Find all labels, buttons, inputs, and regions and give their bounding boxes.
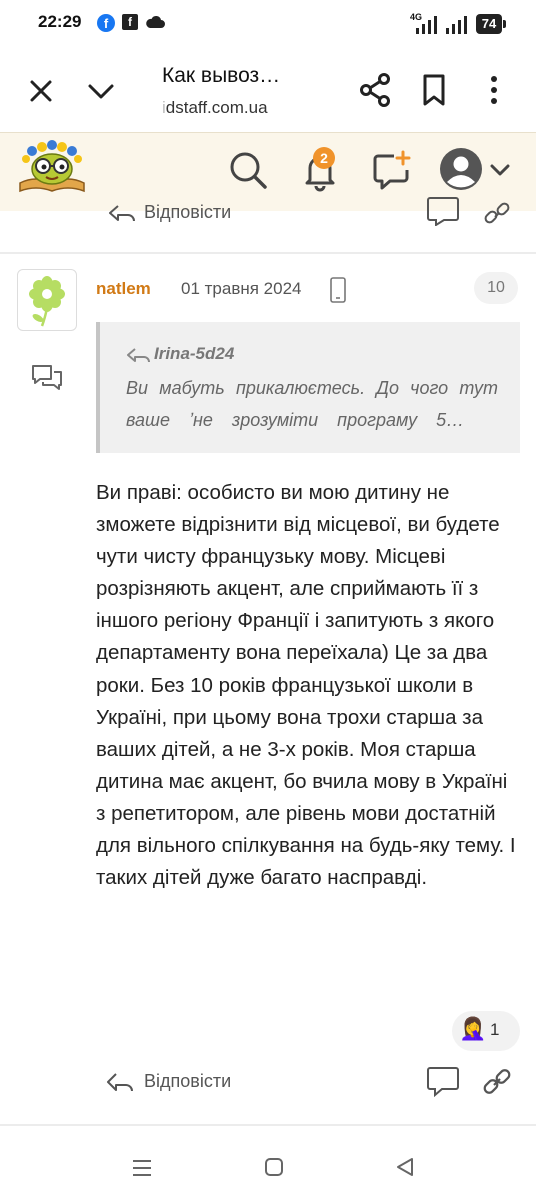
quote-author[interactable]: Irina-5d24 xyxy=(154,344,234,364)
reply-label[interactable]: Відповісти xyxy=(144,1071,231,1092)
share-icon[interactable] xyxy=(358,72,392,108)
prev-reply-label[interactable]: Відповісти xyxy=(144,202,231,223)
mobile-icon xyxy=(330,277,346,303)
notification-badge[interactable]: 2 xyxy=(313,147,335,169)
post-body: Ви праві: особисто ви мою дитину не змож… xyxy=(96,481,516,890)
quote-reply-icon xyxy=(127,348,150,363)
conversation-icon[interactable] xyxy=(30,363,64,391)
new-message-icon[interactable] xyxy=(370,148,414,192)
post-date[interactable]: 01 травня 2024 xyxy=(181,279,302,299)
post-divider xyxy=(0,1124,536,1126)
previous-post-footer: Відповісти xyxy=(0,196,536,230)
facebook-square-icon: f xyxy=(122,14,138,30)
browser-toolbar xyxy=(0,48,536,132)
close-icon[interactable] xyxy=(26,76,56,106)
comment-icon[interactable] xyxy=(426,196,460,226)
tab-url[interactable]: idstaff.com.ua xyxy=(162,98,268,118)
post-author-avatar[interactable] xyxy=(17,269,77,331)
facepalm-emoji-icon: 🤦‍♀️ xyxy=(459,1016,487,1041)
recents-icon[interactable] xyxy=(130,1156,154,1180)
home-icon[interactable] xyxy=(264,1157,284,1177)
post-divider xyxy=(0,252,536,254)
post-username[interactable]: natlem xyxy=(96,279,151,299)
tab-title[interactable]: Как вывоз… xyxy=(162,64,280,88)
search-icon[interactable] xyxy=(226,148,270,192)
site-logo[interactable] xyxy=(16,139,88,195)
battery-icon: 74 xyxy=(476,14,506,34)
post-number-badge[interactable]: 10 xyxy=(474,272,518,304)
link-icon[interactable] xyxy=(482,200,512,226)
url-text: dstaff.com.ua xyxy=(165,98,268,117)
comment-icon[interactable] xyxy=(426,1065,460,1097)
facebook-icon: f xyxy=(97,14,115,32)
quote-text-line-1: Ви мабуть прикалюєтесь. До чого тут xyxy=(126,378,498,398)
reaction-count: 1 xyxy=(490,1020,500,1039)
more-vert-icon[interactable] xyxy=(482,72,506,108)
reply-icon[interactable] xyxy=(108,202,136,222)
status-time: 22:29 xyxy=(38,12,82,31)
bookmark-icon[interactable] xyxy=(419,72,449,108)
cloud-icon xyxy=(146,15,165,28)
reply-icon xyxy=(107,1073,133,1092)
quote-text-line-2: ваше ʼне зрозуміти програму 5… xyxy=(126,410,465,430)
signal-icon xyxy=(446,16,467,34)
user-avatar-icon[interactable] xyxy=(438,146,514,192)
back-icon[interactable] xyxy=(394,1156,416,1178)
signal-icon xyxy=(416,16,437,34)
link-icon[interactable] xyxy=(482,1068,512,1096)
chevron-down-icon[interactable] xyxy=(86,76,116,106)
